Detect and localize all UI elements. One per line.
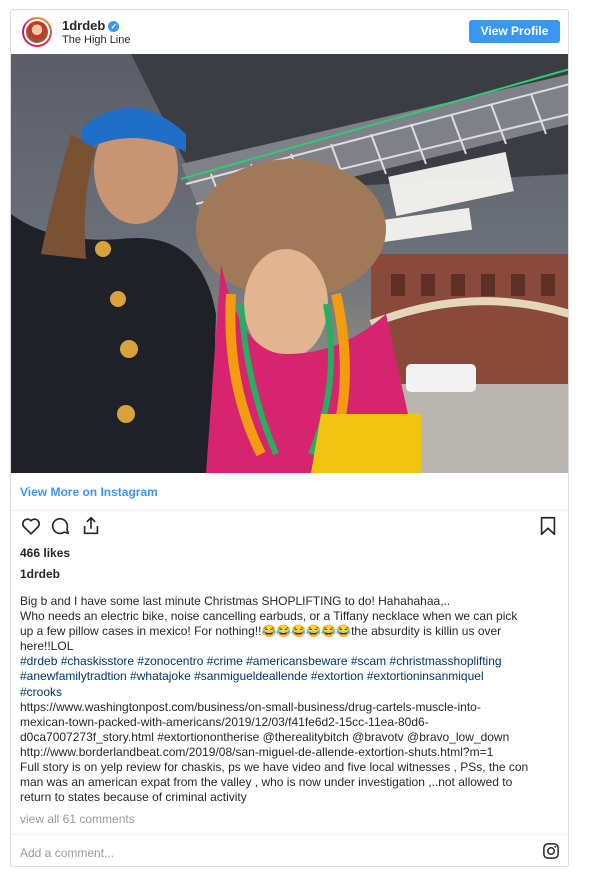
- view-more-link[interactable]: View More on Instagram: [20, 485, 158, 499]
- comment-icon[interactable]: [49, 515, 71, 537]
- caption-line: Big b and I have some last minute Christ…: [20, 594, 451, 608]
- avatar[interactable]: [22, 17, 52, 47]
- caption-line: http://www.borderlandbeat.com/2019/08/sa…: [20, 744, 494, 759]
- location-link[interactable]: The High Line: [62, 34, 131, 46]
- add-comment-bar: Add a comment...: [11, 834, 568, 866]
- view-profile-button[interactable]: View Profile: [469, 20, 560, 43]
- add-comment-input[interactable]: Add a comment...: [20, 846, 114, 860]
- post-caption: Big b and I have some last minute Christ…: [20, 594, 560, 805]
- instagram-embed-card: 1drdeb ✓ The High Line View Profile View…: [10, 9, 569, 867]
- hashtag-line[interactable]: #crooks: [20, 685, 560, 700]
- caption-line: return to states because of criminal act…: [20, 790, 247, 805]
- verified-badge-icon: ✓: [108, 21, 120, 32]
- caption-line: here!!LOL: [20, 639, 74, 654]
- caption-line: man was an american expat from the valle…: [20, 775, 513, 790]
- post-header: 1drdeb ✓ The High Line View Profile: [11, 10, 568, 54]
- hashtag-line[interactable]: #drdeb #chaskisstore #zonocentro #crime …: [20, 654, 560, 669]
- username[interactable]: 1drdeb: [62, 18, 105, 33]
- post-photo[interactable]: [11, 54, 568, 473]
- action-bar: [11, 515, 568, 541]
- caption-line: https://www.washingtonpost.com/business/…: [20, 699, 481, 714]
- instagram-icon[interactable]: [542, 842, 560, 860]
- caption-line: Who needs an electric bike, noise cancel…: [20, 609, 518, 624]
- post-photo-illustration: [11, 54, 568, 473]
- caption-line: d0ca7007273f_story.html #extortiononther…: [20, 729, 510, 744]
- share-icon[interactable]: [80, 515, 102, 537]
- username-row[interactable]: 1drdeb ✓: [62, 18, 120, 33]
- caption-line: mexican-town-packed-with-americans/2019/…: [20, 714, 429, 729]
- owner-username[interactable]: 1drdeb: [20, 567, 60, 581]
- view-all-comments-link[interactable]: view all 61 comments: [20, 812, 135, 826]
- caption-line: up a few pillow cases in mexico! For not…: [20, 624, 502, 639]
- caption-line: Full story is on yelp review for chaskis…: [20, 760, 529, 775]
- bookmark-icon[interactable]: [537, 515, 559, 537]
- likes-count[interactable]: 466 likes: [20, 546, 70, 560]
- hashtag-line[interactable]: #anewfamilytradtion #whatajoke #sanmigue…: [20, 669, 560, 684]
- view-more-bar: View More on Instagram: [11, 473, 568, 511]
- heart-icon[interactable]: [20, 515, 42, 537]
